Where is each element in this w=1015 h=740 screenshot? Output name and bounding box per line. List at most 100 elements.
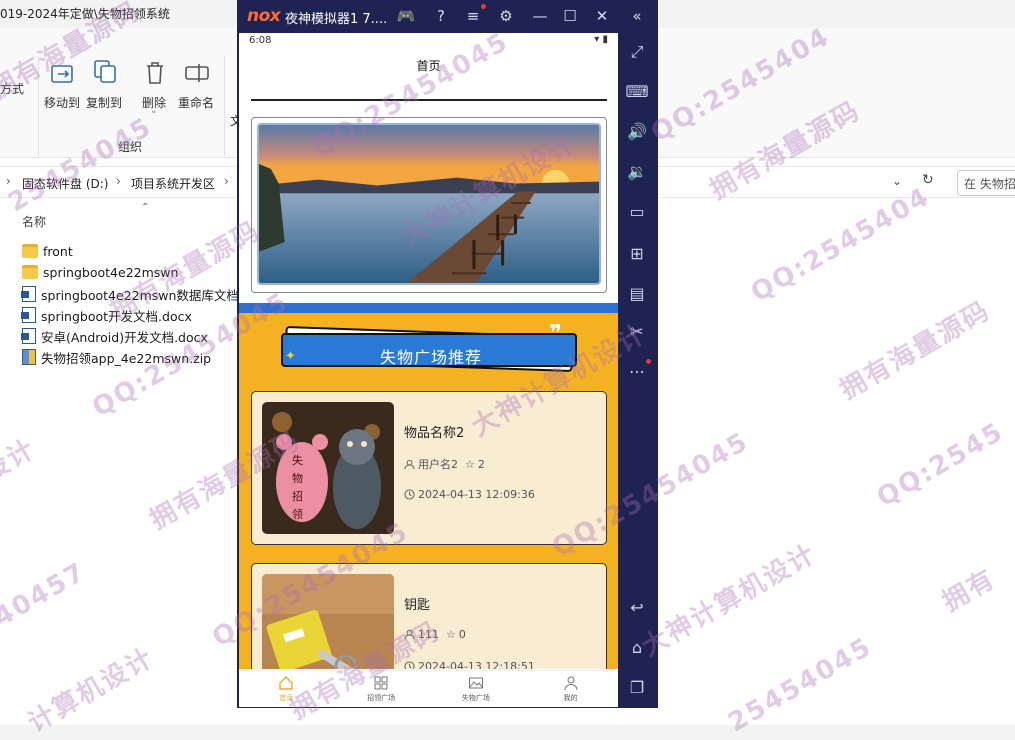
tab-home[interactable]: 首页 — [239, 671, 334, 707]
settings-gear-icon[interactable]: ⚙ — [495, 5, 517, 27]
collapse-sidebar-icon[interactable]: « — [626, 5, 648, 27]
sparkle-icon: ✦ — [285, 349, 296, 364]
android-screen: 6:08 ▾ ▮ 首页 失物广场推荐 ❞ ✦ 失 物 招 领 物品名称2 用户名… — [239, 33, 618, 707]
copy-to-icon[interactable] — [92, 58, 118, 84]
ribbon-share-label[interactable]: 方式 — [0, 80, 24, 97]
home-icon — [279, 676, 294, 690]
ribbon-group-label: 组织 — [118, 140, 143, 154]
rename-button[interactable]: 重命名 — [178, 94, 214, 111]
svg-text:招: 招 — [292, 489, 303, 503]
home-icon[interactable]: ⌂ — [625, 636, 649, 660]
print-icon[interactable]: ▤ — [625, 282, 649, 306]
bottom-tab-bar: 首页 招领广场 失物广场 我的 — [239, 670, 618, 707]
move-to-button[interactable]: 移动到 — [44, 94, 80, 111]
item-time: 2024-04-13 12:18:51 — [418, 660, 535, 669]
banner-lake-pier-image — [259, 125, 599, 283]
zip-archive-icon — [22, 349, 36, 365]
back-icon[interactable]: ↩ — [625, 596, 649, 620]
rename-icon[interactable] — [184, 60, 210, 86]
file-row[interactable]: springboot开发文档.docx — [21, 305, 192, 325]
banner-image-frame — [257, 123, 601, 285]
section-header: 失物广场推荐 ❞ ✦ — [281, 321, 577, 373]
refresh-icon[interactable]: ↻ — [922, 172, 934, 188]
apk-icon[interactable]: ⊞ — [625, 242, 649, 266]
lost-item-card[interactable]: 失 物 招 领 物品名称2 用户名2 ☆ 2 2024-04-13 12:09:… — [251, 391, 607, 545]
item-time-row: 2024-04-13 12:09:36 — [404, 488, 535, 501]
clock-icon — [404, 489, 415, 500]
star-icon: ☆ — [446, 628, 456, 641]
file-row[interactable]: springboot4e22mswn — [22, 262, 178, 282]
breadcrumb-folder[interactable]: 项目系统开发区 — [131, 175, 215, 192]
tab-label: 招领广场 — [367, 694, 396, 702]
word-doc-icon — [21, 307, 36, 323]
chevron-down-icon[interactable]: ⌄ — [150, 106, 158, 116]
item-meta: 111 ☆ 0 — [404, 628, 466, 641]
svg-text:物: 物 — [292, 471, 303, 485]
move-to-icon[interactable] — [50, 60, 76, 86]
file-row[interactable]: 安卓(Android)开发文档.docx — [21, 326, 208, 346]
status-bar: 6:08 ▾ ▮ — [239, 33, 618, 49]
user-icon — [564, 676, 578, 691]
star-icon: ☆ — [465, 457, 475, 471]
delete-icon[interactable] — [142, 60, 168, 86]
image-icon — [468, 677, 483, 689]
item-stars: 2 — [477, 457, 485, 471]
minimize-icon[interactable]: — — [529, 5, 551, 27]
file-row[interactable]: 失物招领app_4e22mswn.zip — [22, 347, 211, 367]
volume-down-icon[interactable]: 🔉 — [625, 160, 649, 184]
maximize-icon[interactable]: ☐ — [559, 5, 581, 27]
gamepad-icon[interactable]: 🎮 — [395, 5, 417, 27]
section-header-box: 失物广场推荐 — [281, 333, 577, 367]
item-image-keys — [262, 574, 394, 669]
divider-line — [251, 99, 607, 101]
page-title: 首页 — [416, 59, 441, 73]
section-title: 失物广场推荐 — [379, 348, 482, 367]
breadcrumb-drive[interactable]: 固态软件盘 (D:) — [22, 175, 108, 192]
item-time-row: 2024-04-13 12:18:51 — [404, 660, 535, 669]
address-dropdown-icon[interactable]: ⌄ — [892, 174, 902, 188]
item-stars: 0 — [458, 628, 466, 641]
notification-dot — [646, 359, 651, 364]
chevron-right-icon: › — [224, 174, 229, 188]
svg-text:失: 失 — [292, 454, 303, 467]
folder-icon — [22, 265, 38, 279]
item-meta: 用户名2 ☆ 2 — [404, 456, 485, 472]
grid-icon — [374, 676, 388, 690]
expand-icon[interactable]: ⤢ — [625, 40, 649, 64]
tab-profile[interactable]: 我的 — [523, 671, 618, 707]
close-icon[interactable]: ✕ — [591, 5, 613, 27]
chevron-right-icon: › — [116, 174, 121, 188]
recent-apps-icon[interactable]: ❐ — [625, 676, 649, 700]
search-input[interactable]: 在 失物招 — [957, 170, 1015, 196]
tab-found-square[interactable]: 招领广场 — [334, 671, 429, 707]
lost-item-card[interactable]: 钥匙 111 ☆ 0 2024-04-13 12:18:51 — [251, 563, 607, 669]
explorer-title: 019-2024年定做\失物招领系统 — [0, 7, 170, 21]
app-header: 首页 — [239, 49, 618, 79]
file-name: 安卓(Android)开发文档.docx — [41, 329, 208, 345]
tab-label: 首页 — [279, 694, 294, 702]
notification-dot — [481, 4, 486, 9]
home-scroll-view[interactable]: 失物广场推荐 ❞ ✦ 失 物 招 领 物品名称2 用户名2 ☆ 2 2024-0… — [239, 79, 618, 669]
file-name: 失物招领app_4e22mswn.zip — [41, 350, 212, 366]
copy-to-button[interactable]: 复制到 — [86, 94, 122, 111]
item-name: 物品名称2 — [404, 426, 465, 441]
menu-icon[interactable]: ≡ — [462, 5, 484, 27]
help-icon[interactable]: ? — [430, 5, 452, 27]
scissors-icon[interactable]: ✂ — [625, 320, 649, 344]
more-icon[interactable]: ⋯ — [625, 360, 649, 384]
screen-icon[interactable]: ▭ — [625, 200, 649, 224]
tab-label: 我的 — [563, 694, 578, 702]
user-icon — [404, 629, 415, 640]
user-icon — [404, 459, 415, 469]
keyboard-icon[interactable]: ⌨ — [625, 80, 649, 104]
tab-label: 失物广场 — [461, 694, 490, 702]
file-row[interactable]: springboot4e22mswn数据库文档.d — [21, 284, 251, 304]
file-row[interactable]: front — [22, 241, 73, 261]
tab-lost-square[interactable]: 失物广场 — [429, 671, 524, 707]
volume-up-icon[interactable]: 🔊 — [625, 120, 649, 144]
nox-titlebar: nox 夜神模拟器1 7.... 🎮 ? ≡ ⚙ — ☐ ✕ « — [237, 0, 658, 33]
column-header-name[interactable]: 名称 — [22, 213, 46, 230]
item-user: 111 — [418, 628, 439, 641]
chevron-right-icon: › — [6, 174, 11, 188]
banner-carousel[interactable] — [251, 117, 607, 323]
